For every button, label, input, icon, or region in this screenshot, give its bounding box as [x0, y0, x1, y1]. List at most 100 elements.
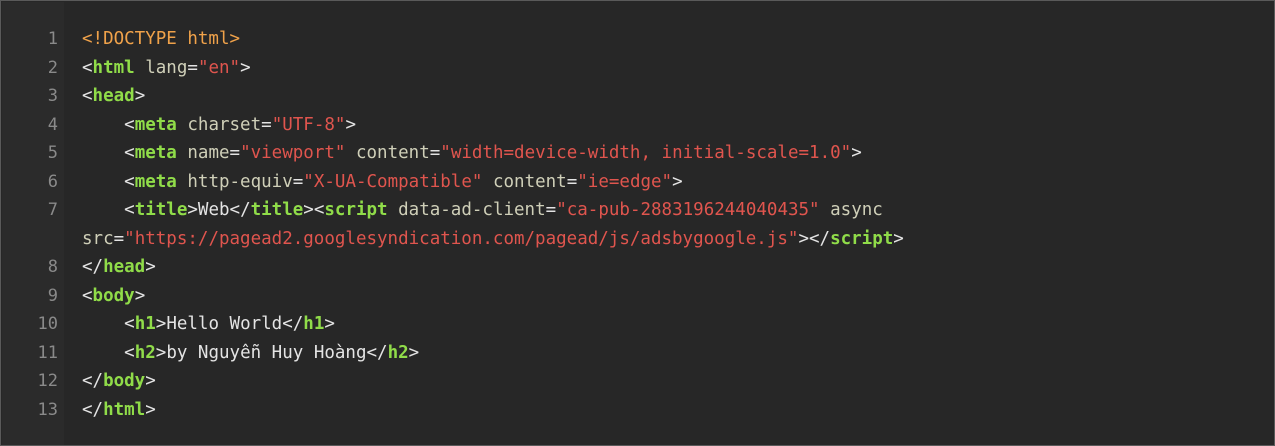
line-text: <meta http-equiv="X-UA-Compatible" conte… — [82, 168, 683, 197]
line-number: 9 — [47, 285, 58, 306]
line-number: 2 — [47, 57, 58, 78]
line-text: <meta charset="UTF-8"> — [82, 111, 356, 140]
line-number: 11 — [37, 342, 58, 363]
code-line: 7 <title>Web</title><script data-ad-clie… — [2, 196, 1272, 225]
text-token: Hello World — [166, 314, 283, 334]
line-number: 8 — [47, 257, 58, 277]
tag-name-token: body — [103, 371, 146, 391]
bracket-token: < — [82, 285, 93, 306]
code-block: 1 <!DOCTYPE html> 2 <html lang="en"> 3 <head>… — [0, 0, 1275, 446]
string-token: "X-UA-Compatible" — [303, 171, 483, 192]
tag-name-token: h2 — [134, 342, 156, 363]
line-number: 4 — [47, 114, 58, 135]
code-line: 8 </head> — [2, 253, 1272, 282]
code-line: 12 </body> — [2, 367, 1272, 396]
string-token: "viewport" — [240, 143, 346, 163]
attribute-token: http-equiv — [176, 171, 293, 192]
tag-name-token: h2 — [387, 342, 409, 363]
bracket-token: < — [82, 314, 135, 334]
code-line: 4 <meta charset="UTF-8"> — [2, 111, 1272, 140]
code-line: 1 <!DOCTYPE html> — [2, 25, 1272, 54]
line-text: <title>Web</title><script data-ad-client… — [82, 196, 883, 225]
bracket-token: < — [82, 143, 135, 163]
bracket-token: = — [229, 143, 241, 163]
bracket-token: > — [324, 314, 335, 334]
code-line: 2 <html lang="en"> — [2, 54, 1272, 83]
line-text: <head> — [82, 82, 145, 111]
tag-name-token: html — [92, 57, 135, 78]
bracket-token: ></ — [798, 228, 831, 249]
string-token: "https://pagead2.googlesyndication.com/p… — [124, 228, 799, 249]
bracket-token: = — [566, 171, 578, 192]
bracket-token: < — [82, 200, 135, 220]
bracket-token: > — [134, 86, 146, 106]
bracket-token: > — [672, 171, 683, 192]
bracket-token: </ — [82, 399, 104, 420]
attribute-token: content — [482, 171, 567, 192]
attribute-token: content — [345, 143, 430, 163]
tag-name-token: script — [324, 200, 388, 220]
bracket-token: = — [545, 200, 557, 220]
bracket-token: > — [155, 342, 167, 363]
line-number: 6 — [47, 171, 58, 192]
code-line: 11 <h2>by Nguyễn Huy Hoàng</h2> — [2, 339, 1272, 368]
code-content[interactable]: 1 <!DOCTYPE html> 2 <html lang="en"> 3 <head>… — [2, 25, 1272, 424]
line-text: </html> — [82, 396, 156, 425]
string-token: "ie=edge" — [577, 171, 673, 192]
bracket-token: > — [187, 200, 198, 220]
attribute-token: charset — [176, 114, 262, 135]
tag-name-token: html — [103, 399, 146, 420]
bracket-token: > — [345, 114, 356, 135]
line-number: 12 — [37, 371, 58, 391]
string-token: "en" — [197, 57, 241, 78]
line-number: 1 — [47, 29, 58, 49]
bracket-token: > — [145, 257, 156, 277]
attribute-token: src — [82, 228, 114, 249]
tag-name-token: head — [103, 257, 146, 277]
code-line: 13 </html> — [2, 396, 1272, 425]
tag-name-token: body — [92, 285, 135, 306]
bracket-token: </ — [282, 314, 304, 334]
bracket-token: > — [408, 342, 420, 363]
line-text: </head> — [82, 253, 156, 282]
line-number: 5 — [47, 143, 58, 163]
code-line: 6 <meta http-equiv="X-UA-Compatible" con… — [2, 168, 1272, 197]
tag-name-token: meta — [134, 143, 177, 163]
attribute-token: async — [819, 200, 883, 220]
code-line: 3 <head> — [2, 82, 1272, 111]
bracket-token: < — [82, 342, 135, 363]
attribute-token: data-ad-client — [387, 200, 546, 220]
bracket-token: > — [240, 57, 251, 78]
tag-name-token: head — [92, 86, 135, 106]
code-line-wrapped: src="https://pagead2.googlesyndication.c… — [2, 225, 1272, 254]
code-line: 10 <h1>Hello World</h1> — [2, 310, 1272, 339]
bracket-token: </ — [82, 257, 104, 277]
attribute-token: name — [176, 143, 230, 163]
code-line: 9 <body> — [2, 282, 1272, 311]
bracket-token: = — [187, 57, 198, 78]
string-token: "UTF-8" — [271, 114, 346, 135]
bracket-token: < — [82, 57, 93, 78]
bracket-token: >< — [303, 200, 325, 220]
bracket-token: < — [82, 171, 135, 192]
code-line: 5 <meta name="viewport" content="width=d… — [2, 139, 1272, 168]
bracket-token: < — [82, 86, 93, 106]
tag-name-token: title — [134, 200, 188, 220]
tag-name-token: h1 — [134, 314, 156, 334]
bracket-token: = — [261, 114, 272, 135]
bracket-token: = — [292, 171, 304, 192]
tag-name-token: title — [250, 200, 304, 220]
line-text: </body> — [82, 367, 156, 396]
bracket-token: < — [82, 114, 135, 135]
tag-name-token: h1 — [303, 314, 325, 334]
tag-name-token: meta — [134, 114, 177, 135]
line-text: src="https://pagead2.googlesyndication.c… — [82, 225, 904, 254]
text-token: Web — [197, 200, 230, 220]
bracket-token: </ — [366, 342, 388, 363]
bracket-token: > — [893, 228, 904, 249]
line-text: <html lang="en"> — [82, 54, 251, 83]
line-number: 10 — [37, 314, 58, 334]
line-text: <h2>by Nguyễn Huy Hoàng</h2> — [82, 339, 419, 368]
line-number: 3 — [47, 86, 58, 106]
line-text: <body> — [82, 282, 145, 311]
